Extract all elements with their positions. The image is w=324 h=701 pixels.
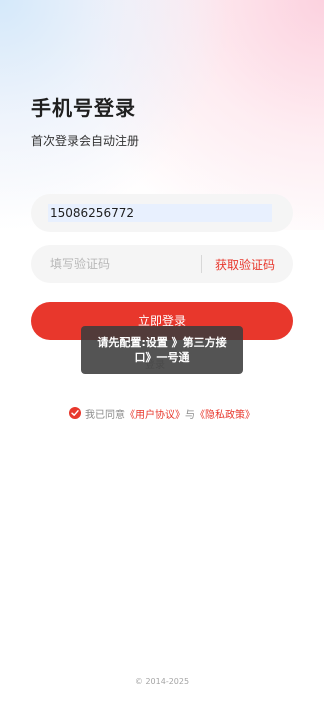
phone-field[interactable]: 15086256772 [31,194,293,232]
agreement-row: 我已同意 《用户协议》 与 《隐私政策》 [69,405,255,421]
field-divider [201,255,202,273]
check-icon[interactable] [69,407,81,419]
verification-code-input[interactable] [50,255,190,273]
page-title: 手机号登录 [31,96,136,120]
agreement-conjunction: 与 [185,409,195,421]
page-subtitle: 首次登录会自动注册 [31,134,140,148]
toast-message: 请先配置:设置 》第三方接口》一号通 [81,326,243,374]
user-agreement-link[interactable]: 《用户协议》 [125,406,185,421]
get-code-button[interactable]: 获取验证码 [215,256,275,273]
phone-input[interactable]: 15086256772 [48,204,272,222]
copyright-footer: © 2014-2025 [134,677,190,686]
privacy-policy-link[interactable]: 《隐私政策》 [195,406,255,421]
verification-code-field[interactable]: 获取验证码 [31,245,293,283]
agreement-prefix: 我已同意 [85,409,125,421]
